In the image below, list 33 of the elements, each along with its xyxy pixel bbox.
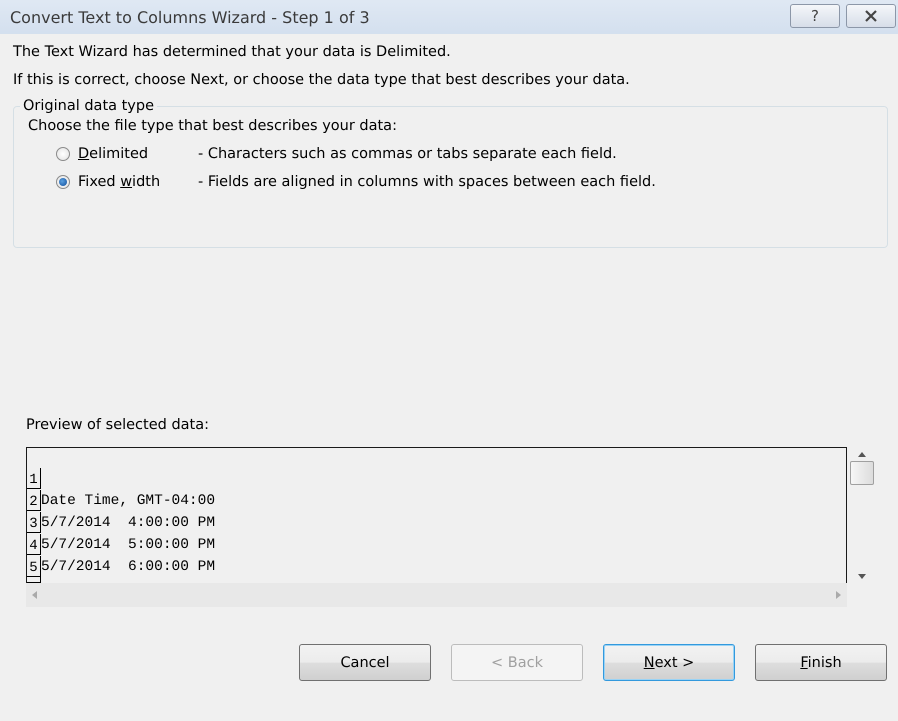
preview-line: 5/7/2014 4:00:00 PM [41, 514, 216, 533]
radio-label[interactable]: Delimited [78, 146, 198, 162]
radio-button[interactable] [56, 147, 70, 161]
help-button[interactable]: ? [790, 4, 840, 28]
intro-text: The Text Wizard has determined that your data is Delimited. [13, 44, 452, 60]
window-title: Convert Text to Columns Wizard - Step 1 of 3 [10, 8, 370, 26]
horizontal-scrollbar[interactable] [26, 583, 847, 607]
scroll-left-icon[interactable] [32, 591, 37, 599]
group-title: Original data type [22, 98, 156, 114]
radio-label[interactable]: Fixed width [78, 174, 198, 190]
line-number: 5 [27, 556, 41, 577]
prompt-text: Choose the file type that best describes your data: [28, 118, 398, 134]
dialog-button[interactable]: Next > [603, 644, 735, 681]
scroll-right-icon[interactable] [836, 591, 841, 599]
scroll-thumb[interactable] [850, 461, 874, 485]
radio-button[interactable] [56, 175, 70, 189]
close-icon [864, 10, 878, 22]
dialog-button[interactable]: Cancel [299, 644, 431, 681]
scroll-down-icon[interactable] [858, 574, 866, 579]
line-number: 4 [27, 534, 41, 555]
scroll-up-icon[interactable] [858, 452, 866, 457]
intro-text: If this is correct, choose Next, or choose the data type that best describes your data. [13, 72, 631, 88]
option-description: - Fields are aligned in columns with spaces between each field. [198, 174, 656, 190]
preview-line: 5/7/2014 5:00:00 PM [41, 536, 216, 555]
dialog-button[interactable]: Finish [755, 644, 887, 681]
line-number: 1 [27, 468, 41, 489]
line-number: 3 [27, 512, 41, 533]
preview-line: 5/7/2014 6:00:00 PM [41, 558, 216, 577]
preview-label: Preview of selected data: [26, 417, 210, 433]
close-button[interactable] [846, 4, 896, 28]
line-number: 2 [27, 490, 41, 511]
option-description: - Characters such as commas or tabs separate each field. [198, 146, 617, 162]
preview-line: Date Time, GMT-04:00 [41, 492, 216, 511]
